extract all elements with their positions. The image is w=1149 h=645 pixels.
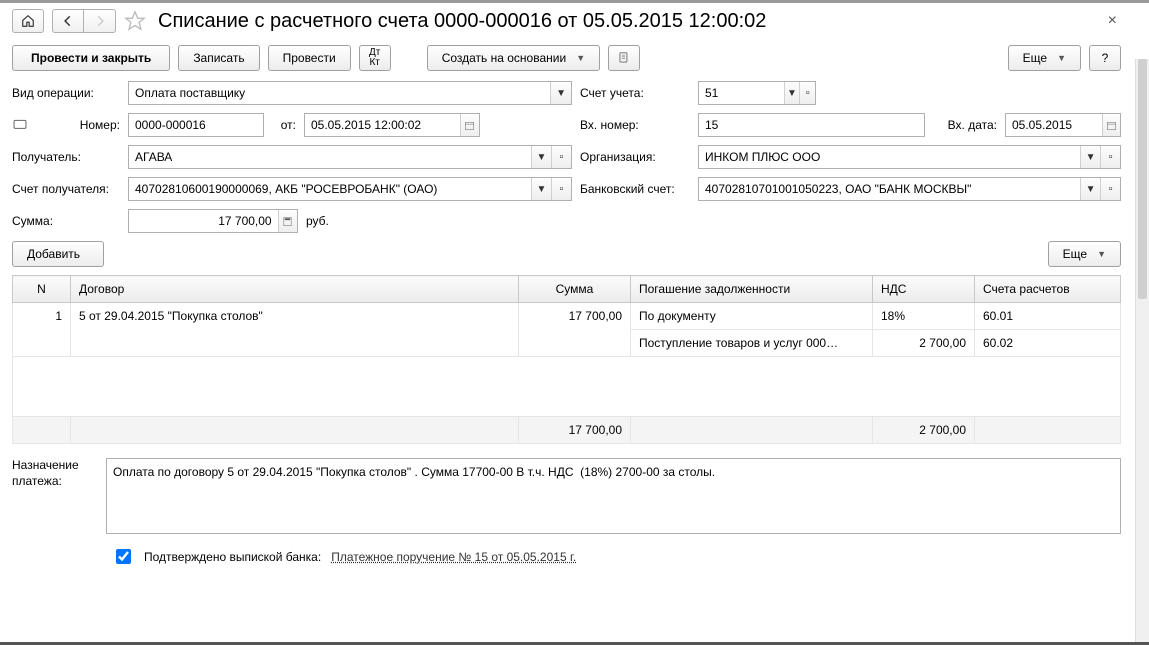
add-row-button[interactable]: Добавить [12, 241, 104, 267]
debit-credit-icon: ДтКт [369, 48, 380, 68]
document-mode-icon[interactable] [12, 117, 28, 133]
col-contract[interactable]: Договор [71, 276, 519, 303]
in-date-input[interactable] [1006, 114, 1102, 136]
bank-account-label: Банковский счет: [580, 182, 690, 196]
more-toolbar-button[interactable]: Еще ▼ [1008, 45, 1081, 71]
amount-label: Сумма: [12, 214, 120, 228]
confirmed-checkbox[interactable] [116, 549, 131, 564]
arrow-left-icon [61, 14, 75, 28]
calendar-icon [1106, 120, 1117, 131]
favorite-star-icon[interactable] [124, 10, 146, 32]
purpose-label: Назначение платежа: [12, 458, 96, 534]
dropdown-button[interactable]: ▼ [1080, 146, 1100, 168]
debit-credit-button[interactable]: ДтКт [359, 45, 391, 71]
number-label: Номер: [38, 118, 120, 132]
payee-label: Получатель: [12, 150, 120, 164]
calendar-button[interactable] [460, 114, 479, 136]
back-button[interactable] [52, 9, 84, 33]
forward-button[interactable] [84, 9, 116, 33]
col-vat[interactable]: НДС [873, 276, 975, 303]
operation-type-input[interactable] [129, 82, 550, 104]
in-number-label: Вх. номер: [580, 118, 690, 132]
payee-account-label: Счет получателя: [12, 182, 120, 196]
col-n[interactable]: N [13, 276, 71, 303]
open-button[interactable]: ▫ [799, 82, 815, 104]
calendar-button[interactable] [1102, 114, 1120, 136]
table-row[interactable]: 1 5 от 29.04.2015 "Покупка столов" 17 70… [13, 303, 1121, 330]
operation-type-label: Вид операции: [12, 86, 120, 100]
open-button[interactable]: ▫ [1100, 178, 1120, 200]
home-icon [21, 14, 35, 28]
page-title: Списание с расчетного счета 0000-000016 … [158, 10, 766, 33]
close-button[interactable]: × [1108, 12, 1121, 30]
calculator-button[interactable] [278, 210, 297, 232]
confirmed-label: Подтверждено выпиской банка: [144, 550, 321, 564]
account-input[interactable] [699, 82, 784, 104]
attachment-icon [617, 51, 631, 65]
chevron-down-icon: ▼ [1097, 249, 1106, 259]
payee-input[interactable] [129, 146, 531, 168]
footer-sum: 17 700,00 [519, 417, 631, 444]
arrow-right-icon [93, 14, 107, 28]
col-settle[interactable]: Счета расчетов [975, 276, 1121, 303]
post-button[interactable]: Провести [268, 45, 351, 71]
in-number-input[interactable] [699, 114, 924, 136]
col-debt[interactable]: Погашение задолженности [631, 276, 873, 303]
date-input[interactable] [305, 114, 460, 136]
chevron-down-icon: ▼ [1057, 53, 1066, 63]
payments-table: N Договор Сумма Погашение задолженности … [12, 275, 1121, 444]
in-date-label: Вх. дата: [933, 118, 997, 132]
dropdown-button[interactable]: ▼ [784, 82, 800, 104]
currency-label: руб. [306, 214, 329, 228]
amount-input[interactable] [129, 210, 278, 232]
col-sum[interactable]: Сумма [519, 276, 631, 303]
dropdown-button[interactable]: ▼ [531, 178, 551, 200]
help-button[interactable]: ? [1089, 45, 1121, 71]
purpose-textarea[interactable] [106, 458, 1121, 534]
footer-vat: 2 700,00 [873, 417, 975, 444]
dropdown-button[interactable]: ▼ [531, 146, 551, 168]
save-button[interactable]: Записать [178, 45, 259, 71]
open-button[interactable]: ▫ [1100, 146, 1120, 168]
number-input[interactable] [129, 114, 263, 136]
create-based-on-button[interactable]: Создать на основании ▼ [427, 45, 600, 71]
home-button[interactable] [12, 9, 44, 33]
attachments-button[interactable] [608, 45, 640, 71]
organization-label: Организация: [580, 150, 690, 164]
more-table-button[interactable]: Еще ▼ [1048, 241, 1121, 267]
post-and-close-button[interactable]: Провести и закрыть [12, 45, 170, 71]
dropdown-button[interactable]: ▼ [1080, 178, 1100, 200]
organization-input[interactable] [699, 146, 1080, 168]
bank-account-input[interactable] [699, 178, 1080, 200]
vertical-scrollbar[interactable] [1135, 59, 1149, 645]
calendar-icon [464, 120, 475, 131]
payee-account-input[interactable] [129, 178, 531, 200]
dropdown-button[interactable]: ▼ [550, 82, 571, 104]
open-button[interactable]: ▫ [551, 146, 571, 168]
payment-order-link[interactable]: Платежное поручение № 15 от 05.05.2015 г… [331, 550, 576, 564]
calculator-icon [282, 216, 293, 227]
account-label: Счет учета: [580, 86, 690, 100]
table-row[interactable]: Поступление товаров и услуг 000… 2 700,0… [13, 330, 1121, 357]
open-button[interactable]: ▫ [551, 178, 571, 200]
chevron-down-icon: ▼ [576, 53, 585, 63]
from-label: от: [272, 118, 296, 132]
